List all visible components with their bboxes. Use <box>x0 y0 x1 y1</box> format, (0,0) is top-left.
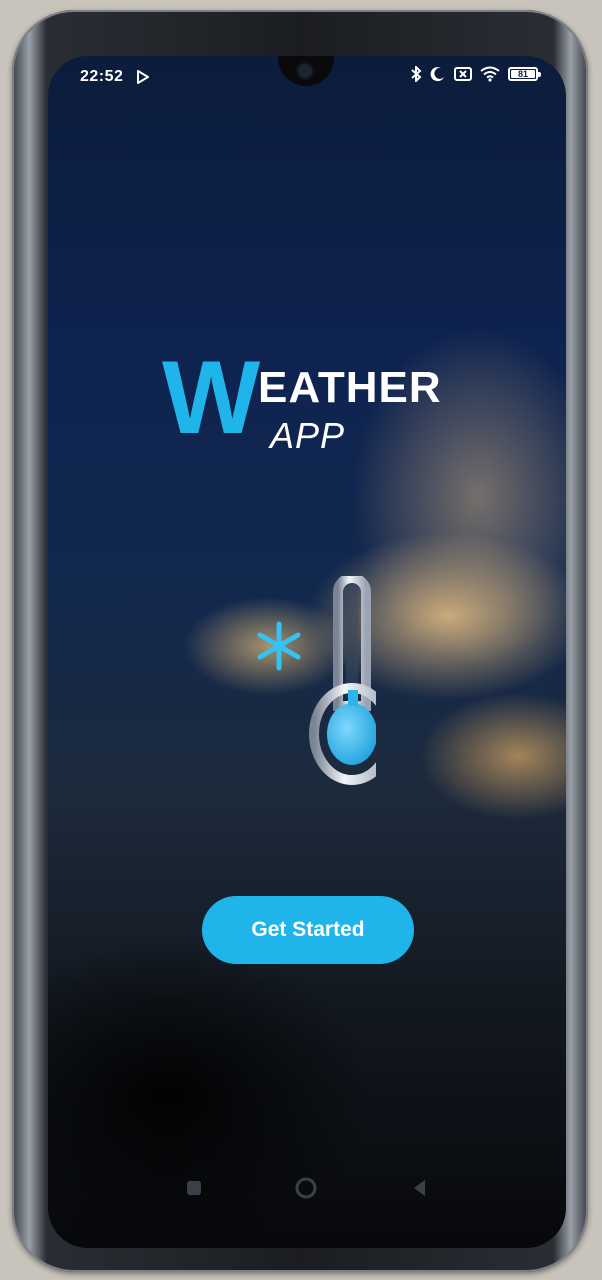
status-time: 22:52 <box>80 68 124 85</box>
get-started-button[interactable]: Get Started <box>202 896 414 964</box>
no-sim-icon <box>454 66 472 82</box>
logo-subtitle: APP <box>270 415 346 456</box>
logo-title: EATHER <box>258 363 442 412</box>
app-screen: 22:52 81 W EATHER APP Get Started <box>48 56 566 1248</box>
play-store-icon <box>137 70 149 84</box>
moon-icon <box>430 66 446 82</box>
app-logo: W EATHER APP <box>162 346 482 466</box>
thermometer-snowflake-icon <box>257 576 376 785</box>
front-camera <box>298 64 312 78</box>
logo-initial: W <box>162 340 260 456</box>
battery-level: 81 <box>517 68 528 79</box>
status-icons: 81 <box>410 66 541 82</box>
battery-icon: 81 <box>508 67 541 81</box>
recent-apps-icon[interactable] <box>182 1176 206 1200</box>
snowflake-icon <box>257 621 301 671</box>
system-nav-bar <box>48 1168 566 1208</box>
back-icon[interactable] <box>408 1176 432 1200</box>
wifi-icon <box>480 66 500 82</box>
home-icon[interactable] <box>294 1176 318 1200</box>
bluetooth-icon <box>410 66 422 82</box>
phone-frame: 22:52 81 W EATHER APP Get Started <box>12 10 588 1272</box>
